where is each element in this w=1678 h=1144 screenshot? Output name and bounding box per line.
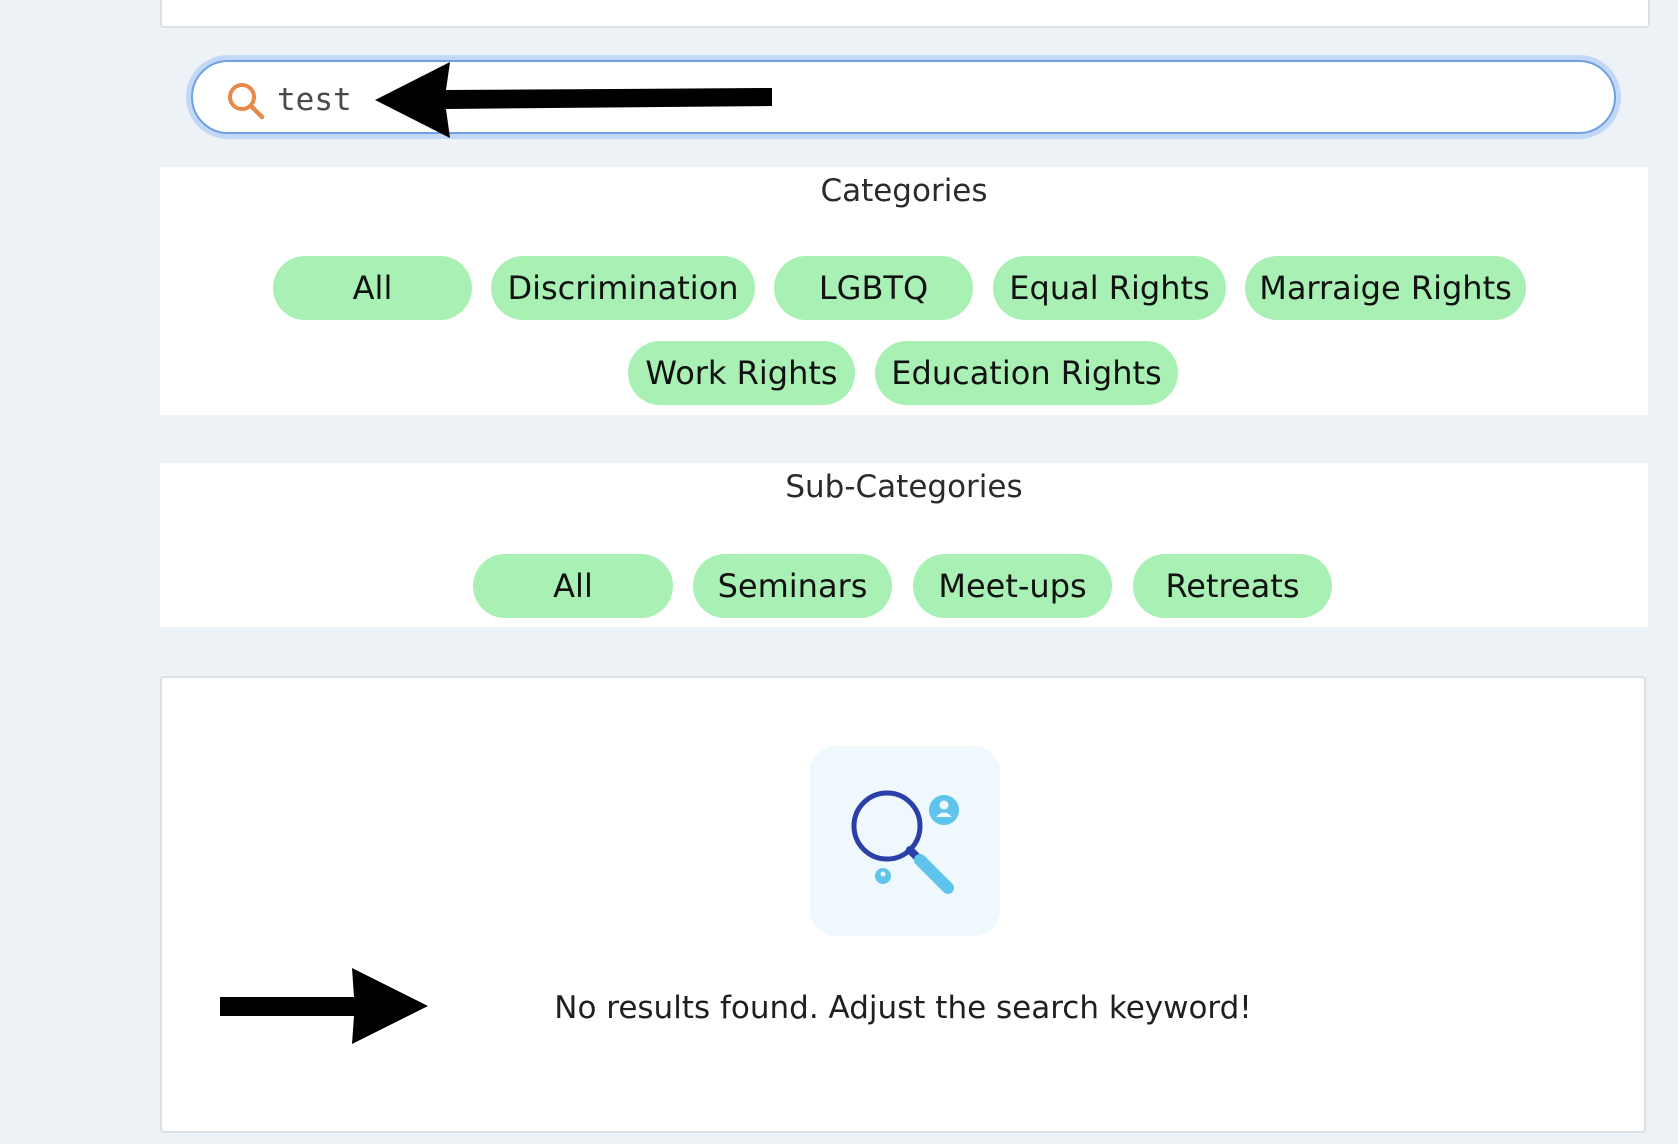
- category-chip-equal-rights[interactable]: Equal Rights: [993, 256, 1226, 320]
- category-chip-marraige-rights[interactable]: Marraige Rights: [1245, 256, 1526, 320]
- category-chip-work-rights[interactable]: Work Rights: [628, 341, 855, 405]
- search-icon: [228, 83, 265, 120]
- category-chip-education-rights[interactable]: Education Rights: [875, 341, 1178, 405]
- categories-panel: Categories All Discrimination LGBTQ Equa…: [160, 167, 1648, 415]
- subcategory-chip-retreats[interactable]: Retreats: [1133, 554, 1332, 618]
- subcategory-chip-seminars[interactable]: Seminars: [693, 554, 892, 618]
- no-results-magnifier-icon: [851, 790, 959, 894]
- arrow-left-icon: [375, 62, 772, 138]
- categories-title: Categories: [820, 173, 988, 209]
- empty-state-illustration: [810, 746, 1000, 936]
- subcategories-panel: Sub-Categories All Seminars Meet-ups Ret…: [160, 463, 1648, 627]
- category-chip-lgbtq[interactable]: LGBTQ: [774, 256, 973, 320]
- subcategory-chip-all[interactable]: All: [473, 554, 673, 618]
- subcategories-title: Sub-Categories: [785, 469, 1023, 505]
- arrow-right-icon: [220, 968, 428, 1044]
- top-card: [160, 0, 1650, 28]
- subcategory-chip-meet-ups[interactable]: Meet-ups: [913, 554, 1112, 618]
- category-chip-discrimination[interactable]: Discrimination: [491, 256, 755, 320]
- category-chip-all[interactable]: All: [273, 256, 472, 320]
- results-card: No results found. Adjust the search keyw…: [160, 676, 1646, 1133]
